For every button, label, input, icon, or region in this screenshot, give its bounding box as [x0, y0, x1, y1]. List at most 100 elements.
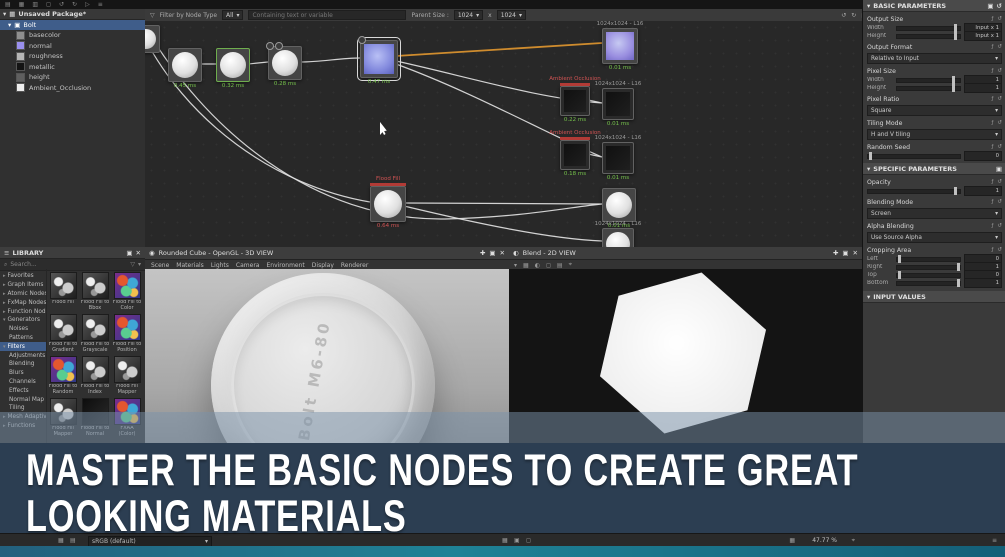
undo-icon[interactable]: ↺	[841, 12, 846, 19]
crop-top-slider[interactable]	[896, 271, 961, 279]
crop-bottom-slider[interactable]	[896, 279, 961, 287]
random-seed-slider[interactable]	[867, 152, 961, 160]
alpha-blending-select[interactable]: Use Source Alpha ▾	[867, 232, 1002, 243]
function-icon[interactable]: ƒ	[991, 120, 993, 126]
library-tree-item[interactable]: Effects	[0, 386, 46, 395]
tile-icon[interactable]: ◻	[546, 262, 551, 269]
options-icon[interactable]: ≡	[992, 537, 997, 544]
pixel-height-slider[interactable]	[896, 84, 961, 92]
graph-node-error[interactable]: Flood Fill 0.64 ms	[370, 176, 406, 229]
opacity-value[interactable]: 1	[964, 186, 1002, 196]
reset-icon[interactable]: ↺	[997, 16, 1002, 22]
library-tree-item[interactable]: ▸ FxMap Nodes	[0, 298, 46, 307]
target-icon[interactable]: ⌖	[569, 261, 572, 269]
redo-icon[interactable]: ↻	[851, 12, 856, 19]
explorer-output[interactable]: metallic	[0, 62, 145, 73]
graph-node[interactable]: 0.45 ms	[168, 48, 202, 89]
library-tree-item[interactable]: Channels	[0, 378, 46, 387]
panel-icon[interactable]: ▣	[514, 537, 520, 544]
menu-icon[interactable]: ▤	[5, 1, 11, 8]
graph-node[interactable]: 1024x1024 - L16 0.01 ms	[595, 135, 642, 181]
collapse-icon[interactable]: ▾	[3, 344, 6, 350]
filter-icon[interactable]: ▽	[150, 12, 155, 19]
grid-icon[interactable]: ▦	[502, 537, 508, 544]
options-icon[interactable]: ≡	[98, 1, 103, 8]
parent-size-height-select[interactable]: 1024 ▾	[496, 10, 526, 20]
height-slider[interactable]	[896, 32, 961, 40]
library-tree-item[interactable]: Adjustments	[0, 351, 46, 360]
basic-parameters-header[interactable]: ▾ BASIC PARAMETERS ▣ ↺	[863, 0, 1005, 12]
grid-icon[interactable]: ▦	[523, 262, 529, 269]
width-slider[interactable]	[896, 24, 961, 32]
node-graph[interactable]: 0.45 ms 0.32 ms 0.28 ms 0.47 ms 1024x102…	[145, 21, 862, 247]
graph-node[interactable]	[145, 25, 160, 53]
library-tree-item[interactable]: Blurs	[0, 369, 46, 378]
library-tree-item[interactable]: ▸Function Nodes	[0, 307, 46, 316]
opacity-slider[interactable]	[867, 187, 961, 195]
open-icon[interactable]: ▥	[32, 1, 38, 8]
graph-node[interactable]: 0.32 ms	[216, 48, 250, 89]
library-tree-item[interactable]: ▸ Graph Items	[0, 281, 46, 290]
reset-icon[interactable]: ↺	[997, 96, 1002, 102]
expand-icon[interactable]: ▸	[3, 282, 6, 288]
close-icon[interactable]: ✕	[136, 249, 141, 257]
explorer-output[interactable]: roughness	[0, 51, 145, 62]
reset-icon[interactable]: ↺	[997, 120, 1002, 126]
input-values-header[interactable]: ▾ INPUT VALUES	[863, 291, 1005, 303]
dock-icon[interactable]: ▣	[126, 249, 132, 257]
library-item[interactable]: Flood Fill to Random	[48, 356, 78, 395]
expand-icon[interactable]: ▸	[3, 273, 6, 279]
filter-icon[interactable]: ▽	[130, 261, 135, 268]
channels-icon[interactable]: ◐	[535, 262, 540, 269]
library-item[interactable]: Flood Fill to Position	[112, 314, 142, 353]
save-icon[interactable]: ◻	[46, 1, 51, 8]
reset-icon[interactable]: ↺	[997, 199, 1002, 205]
library-tree-item[interactable]: Noises	[0, 325, 46, 334]
expand-icon[interactable]: ▸	[3, 300, 6, 306]
expand-icon[interactable]: ▸	[3, 291, 6, 297]
menu-scene[interactable]: Scene	[151, 262, 169, 269]
crop-left-slider[interactable]	[896, 255, 961, 263]
close-icon[interactable]: ✕	[500, 249, 505, 257]
target-icon[interactable]: ⌖	[852, 537, 855, 545]
library-item[interactable]: Flood Fill to Color	[112, 272, 142, 311]
random-seed-value[interactable]: 0	[964, 151, 1002, 161]
library-tree-item[interactable]: ▾ Generators	[0, 316, 46, 325]
chevron-down-icon[interactable]: ▾	[8, 21, 11, 29]
library-item[interactable]: Flood Fill to Index	[80, 356, 110, 395]
reset-icon[interactable]: ↺	[997, 179, 1002, 185]
reset-icon[interactable]: ↺	[997, 2, 1002, 10]
explorer-output[interactable]: height	[0, 72, 145, 83]
pixel-ratio-select[interactable]: Square ▾	[867, 105, 1002, 116]
library-tree-item[interactable]: Blending	[0, 360, 46, 369]
rows-icon[interactable]: ▤	[557, 262, 563, 269]
function-icon[interactable]: ƒ	[991, 16, 993, 22]
function-icon[interactable]: ƒ	[991, 223, 993, 229]
reset-icon[interactable]: ↺	[997, 68, 1002, 74]
expand-icon[interactable]: ▸	[3, 309, 6, 315]
library-item[interactable]: Flood Fill to Grayscale	[80, 314, 110, 353]
graph-node[interactable]: 1024x1024 - L16 0.01 ms	[597, 21, 644, 71]
dock-icon[interactable]: ▣	[489, 249, 495, 257]
menu-environment[interactable]: Environment	[266, 262, 304, 269]
chevron-down-icon[interactable]: ▾	[3, 10, 6, 18]
dock-icon[interactable]: ▣	[996, 165, 1002, 173]
menu-materials[interactable]: Materials	[176, 262, 204, 269]
graph-node[interactable]: Ambient Occlusion 0.18 ms	[549, 130, 601, 177]
graph-node[interactable]: Ambient Occlusion 0.22 ms	[549, 76, 601, 123]
graph-node[interactable]: 1024x1024 - L16	[595, 221, 641, 247]
blending-mode-select[interactable]: Screen ▾	[867, 208, 1002, 219]
library-tree-item-selected[interactable]: ▾ Filters	[0, 342, 46, 352]
library-item[interactable]: Flood Fill to Bbox	[80, 272, 110, 311]
library-item[interactable]: Flood Fill Mapper	[112, 356, 142, 395]
graph-search-input[interactable]: Containing text or variable	[248, 10, 407, 20]
pixel-width-slider[interactable]	[896, 76, 961, 84]
dock-icon[interactable]: ▣	[987, 2, 993, 10]
function-icon[interactable]: ƒ	[991, 68, 993, 74]
reset-icon[interactable]: ↺	[997, 44, 1002, 50]
chevron-down-icon[interactable]: ▾	[514, 262, 517, 269]
parent-size-width-select[interactable]: 1024 ▾	[453, 10, 484, 20]
function-icon[interactable]: ƒ	[991, 199, 993, 205]
box-icon[interactable]: ◻	[526, 537, 531, 544]
add-icon[interactable]: ✚	[480, 249, 485, 257]
